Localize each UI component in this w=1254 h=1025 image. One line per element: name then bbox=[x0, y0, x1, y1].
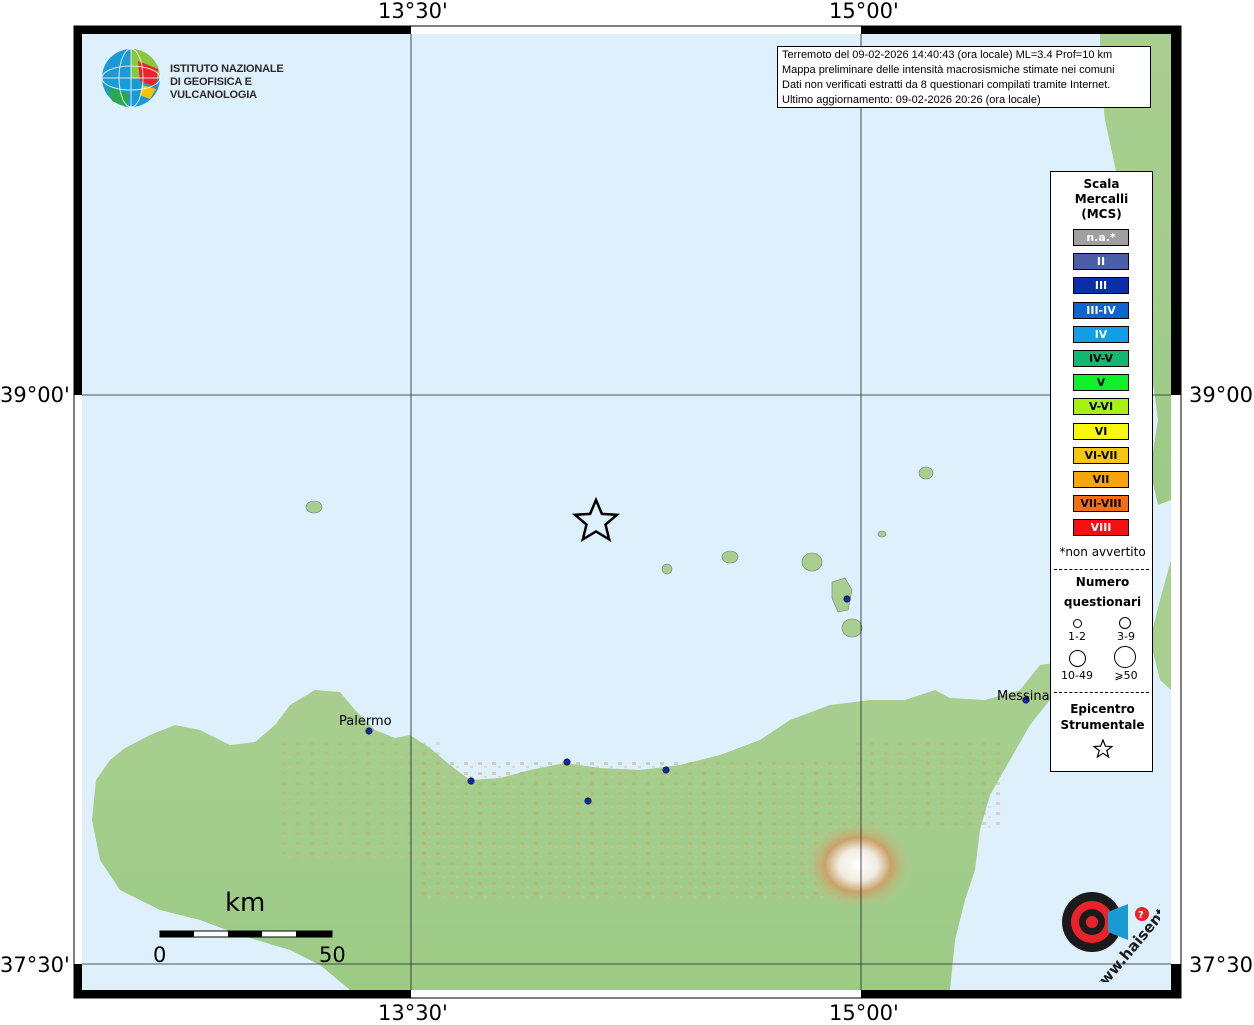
event-info-line3: Dati non verificati estratti da 8 questi… bbox=[782, 79, 1111, 91]
scale-start: 0 bbox=[153, 943, 167, 967]
legend-item: III-IV bbox=[1073, 301, 1129, 319]
event-info-box: Terremoto del 09-02-2026 14:40:43 (ora l… bbox=[777, 46, 1151, 108]
legend-epicenter-star-icon bbox=[1093, 739, 1113, 759]
legend-na-note: *non avvertito bbox=[1059, 545, 1146, 559]
legend-item: III bbox=[1073, 277, 1129, 295]
vulcano-island bbox=[841, 618, 863, 638]
place-label-messina: Messina bbox=[997, 689, 1050, 704]
size-label-4: ⩾50 bbox=[1114, 669, 1138, 682]
size-circle-small bbox=[1073, 619, 1082, 628]
legend-epicenter-line2: Strumentale bbox=[1060, 718, 1145, 732]
scale-unit: km bbox=[225, 888, 266, 918]
legend-item: VII bbox=[1073, 471, 1129, 488]
ingv-logo: ISTITUTO NAZIONALE DI GEOFISICA E VULCAN… bbox=[100, 47, 320, 109]
legend-separator-2 bbox=[1054, 692, 1149, 693]
filicudi-island bbox=[721, 550, 739, 564]
legend-item: n.a.* bbox=[1073, 229, 1129, 246]
legend-item: V bbox=[1073, 374, 1129, 392]
size-label-1: 1-2 bbox=[1068, 630, 1086, 643]
legend-item: VII-VIII bbox=[1073, 495, 1129, 513]
legend-title-line3: (MCS) bbox=[1081, 207, 1122, 221]
relief-shading-west bbox=[280, 740, 440, 860]
legend-item: V-VI bbox=[1073, 398, 1129, 416]
lat-label-left-2: 37°30' bbox=[0, 953, 70, 977]
lon-label-bottom-2: 15°00' bbox=[829, 1001, 899, 1025]
locality-dot bbox=[467, 777, 475, 785]
legend-item: VI bbox=[1073, 422, 1129, 440]
legend-item: VI-VII bbox=[1073, 446, 1129, 464]
alicudi-island bbox=[661, 563, 673, 575]
event-info-line1: Terremoto del 09-02-2026 14:40:43 (ora l… bbox=[782, 49, 1113, 61]
logo-line2: DI GEOFISICA E VULCANOLOGIA bbox=[170, 76, 257, 101]
scale-bar bbox=[159, 930, 333, 938]
relief-shading-east bbox=[850, 740, 1000, 830]
legend-separator bbox=[1054, 569, 1149, 570]
legend-item: VIII bbox=[1073, 519, 1129, 537]
lat-label-left-1: 39°00' bbox=[0, 383, 70, 407]
locality-dot bbox=[843, 595, 851, 603]
place-label-palermo: Palermo bbox=[339, 714, 392, 729]
legend-item: II bbox=[1073, 253, 1129, 271]
legend-questionnaires-title: Numero questionari bbox=[1051, 574, 1154, 610]
lon-label-top-2: 15°00' bbox=[829, 0, 899, 23]
stromboli-island bbox=[918, 466, 934, 480]
locality-dot bbox=[662, 766, 670, 774]
legend-questionnaires-line1: Numero bbox=[1075, 575, 1130, 589]
salina-island bbox=[801, 552, 823, 572]
legend-title-line2: Mercalli bbox=[1074, 192, 1129, 206]
size-circle-xlarge bbox=[1114, 646, 1136, 668]
scale-end: 50 bbox=[319, 943, 346, 967]
legend-epicenter-title: Epicentro Strumentale bbox=[1051, 701, 1154, 733]
size-label-2: 3-9 bbox=[1117, 630, 1135, 643]
locality-dot bbox=[563, 758, 571, 766]
panarea-island bbox=[877, 530, 887, 538]
event-info-line2: Mappa preliminare delle intensità macros… bbox=[782, 64, 1115, 76]
size-circle-large bbox=[1069, 650, 1086, 667]
ustica-island bbox=[305, 500, 323, 514]
legend-questionnaires-line2: questionari bbox=[1063, 595, 1142, 609]
size-label-3: 10-49 bbox=[1061, 669, 1093, 682]
haisentito-logo: ? www.haisentitoilterremoto.it bbox=[1062, 862, 1160, 982]
legend-item: IV bbox=[1073, 325, 1129, 343]
logo-line1: ISTITUTO NAZIONALE bbox=[170, 63, 284, 75]
legend-item: IV-V bbox=[1073, 350, 1129, 367]
intensity-legend: Scala Mercalli (MCS) n.a.* II III III-IV IV I… bbox=[1050, 171, 1153, 772]
legend-epicenter-line1: Epicentro bbox=[1070, 702, 1135, 716]
legend-title-line1: Scala bbox=[1083, 177, 1120, 191]
lon-label-bottom-1: 13°30' bbox=[378, 1001, 448, 1025]
ingv-globe-icon bbox=[101, 48, 161, 108]
lon-label-top-1: 13°30' bbox=[378, 0, 448, 23]
relief-shading bbox=[420, 760, 850, 900]
size-circle-medium bbox=[1119, 617, 1131, 629]
etna-volcano bbox=[803, 820, 913, 910]
legend-title: Scala Mercalli (MCS) bbox=[1051, 177, 1152, 222]
event-info-line4: Ultimo aggiornamento: 09-02-2026 20:26 (… bbox=[782, 94, 1041, 106]
locality-dot bbox=[584, 797, 592, 805]
lat-label-right-2: 37°30' bbox=[1189, 953, 1254, 977]
lat-label-right-1: 39°00' bbox=[1189, 383, 1254, 407]
